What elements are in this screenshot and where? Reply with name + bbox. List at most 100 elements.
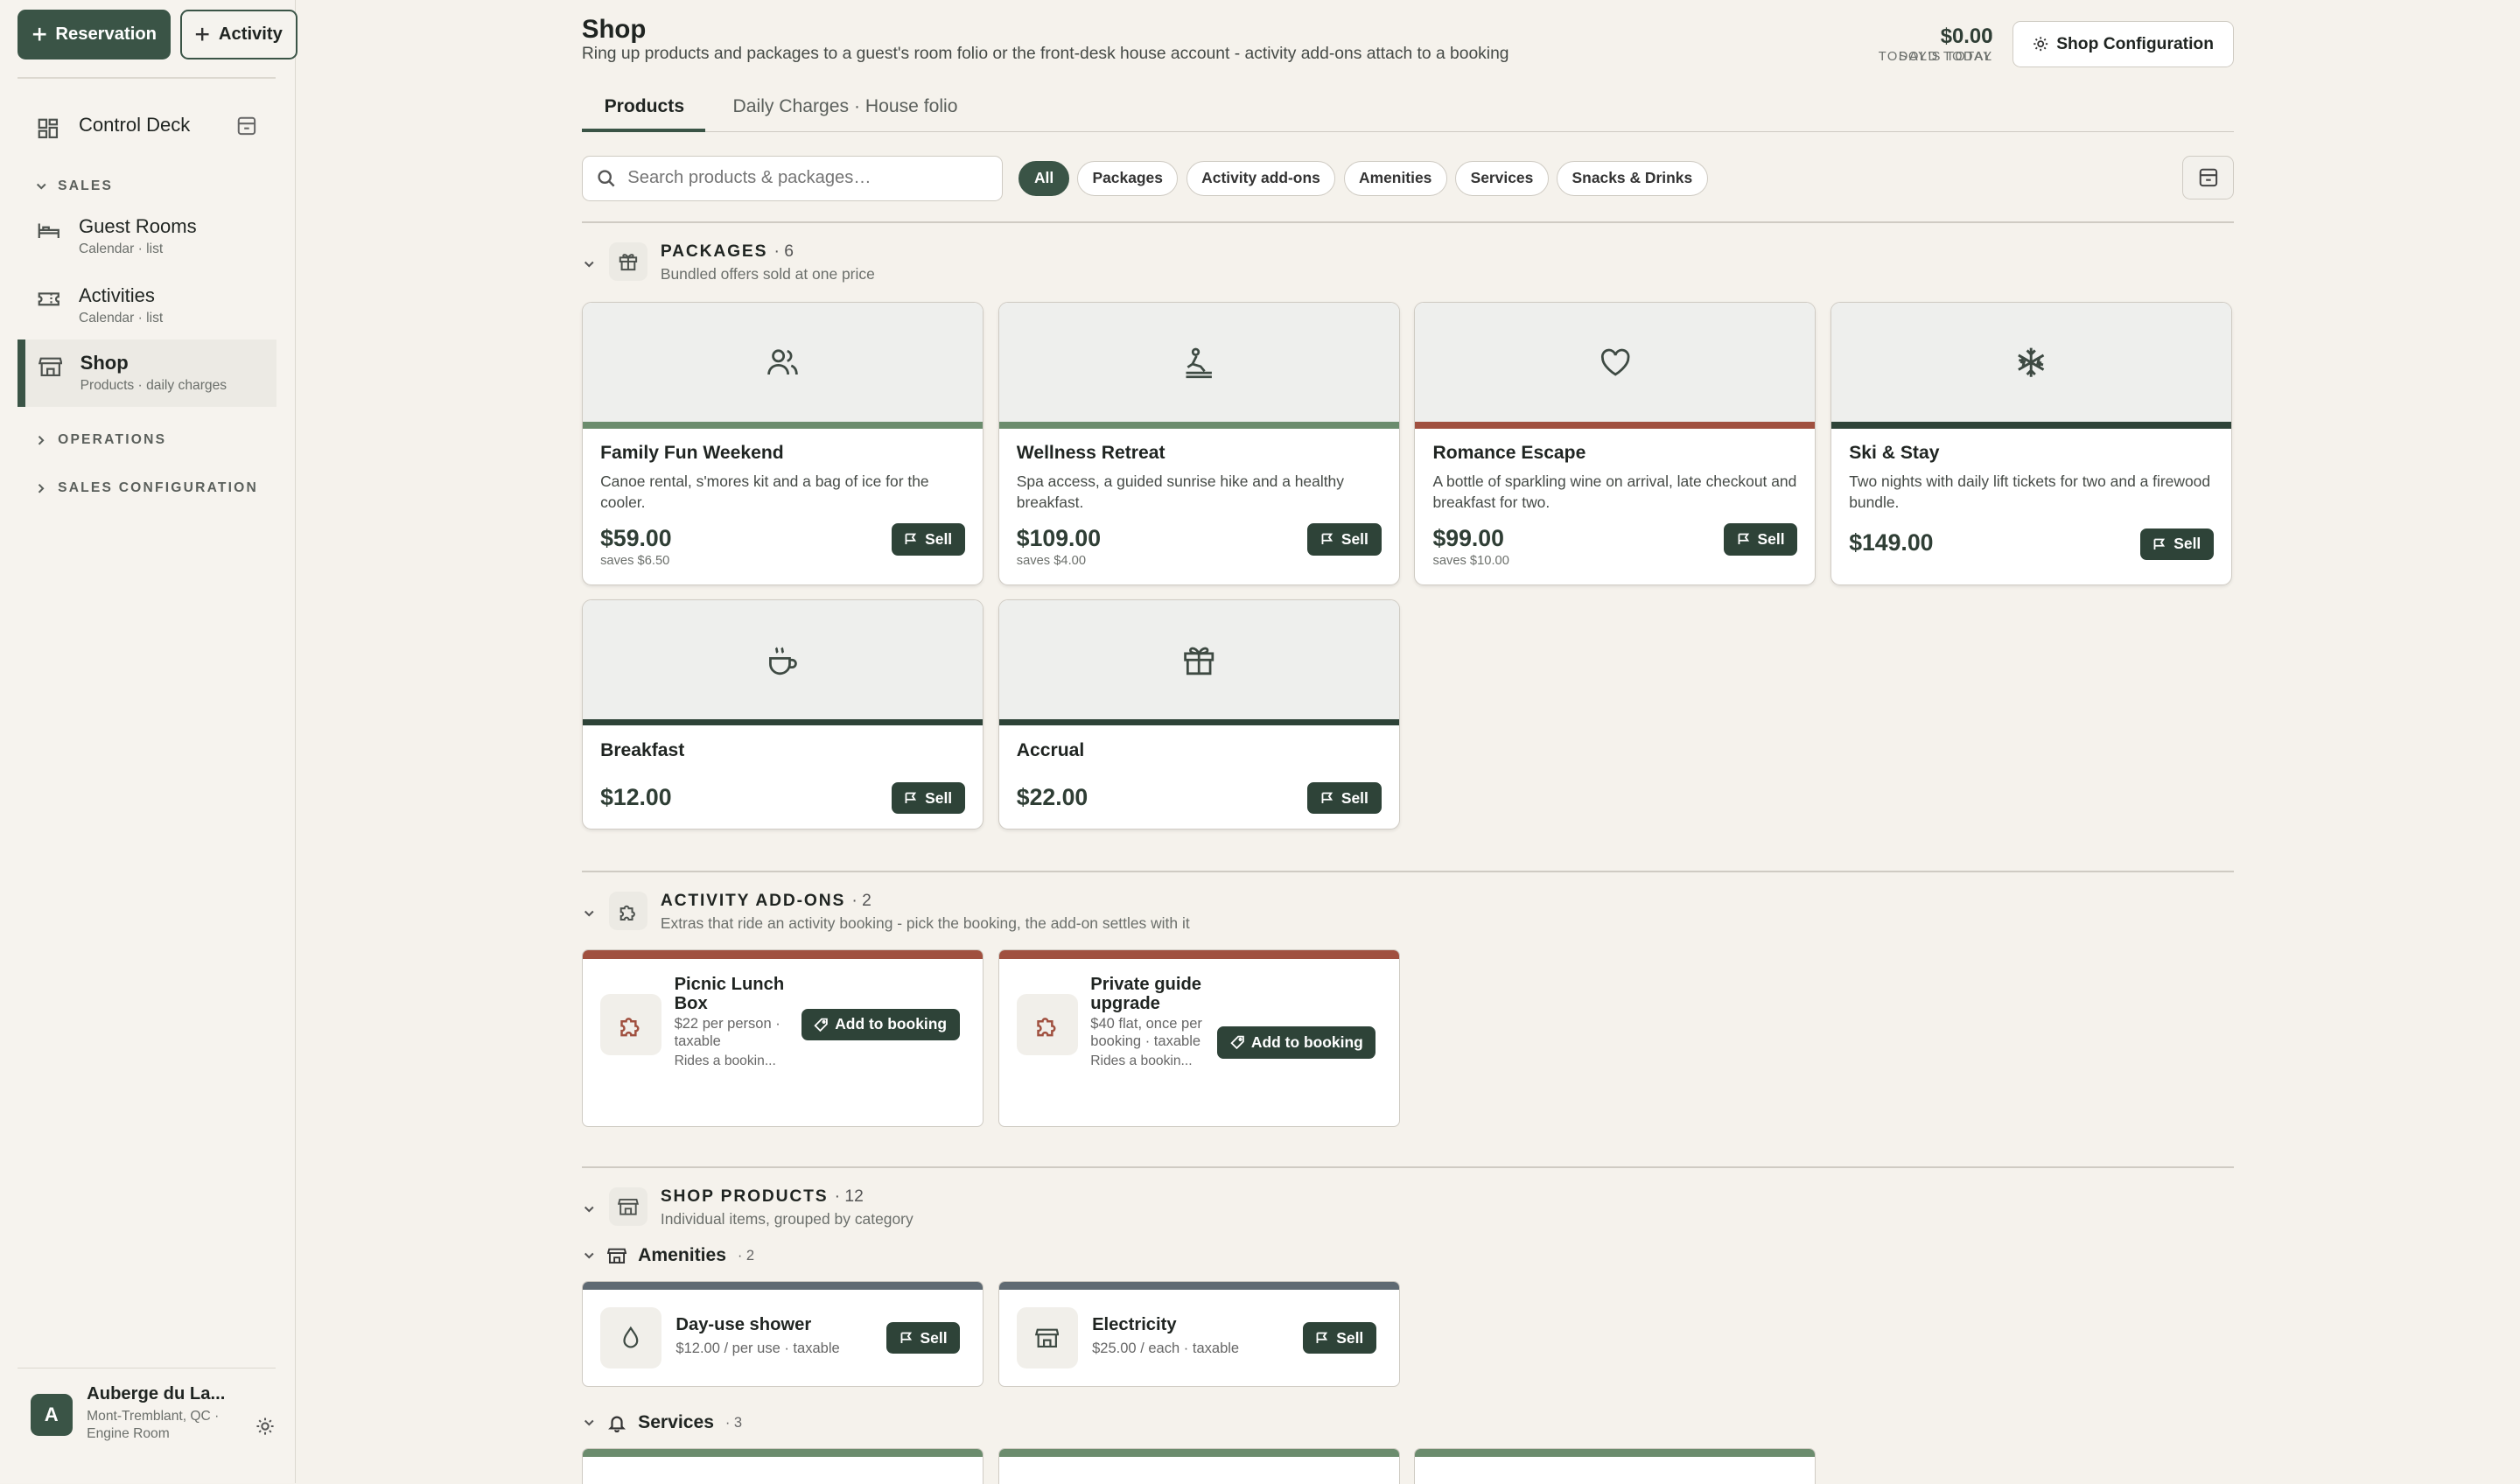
package-price: $109.00 [1016, 524, 1102, 551]
ticket-icon [37, 288, 62, 313]
layout-toggle-button[interactable] [2182, 156, 2234, 200]
gift-icon [1181, 642, 1216, 677]
water-drop-icon [600, 1307, 662, 1368]
sell-button[interactable]: Sell [2139, 528, 2214, 561]
divider [581, 871, 2234, 873]
users-icon [765, 345, 800, 380]
package-name: Family Fun Weekend [600, 443, 784, 464]
section-title: ACTIVITY ADD-ONS [660, 892, 846, 911]
settings-gear-icon[interactable] [256, 1417, 275, 1444]
heart-icon [1598, 345, 1633, 380]
card-accent-bar [582, 1281, 984, 1291]
tag-icon [1230, 1035, 1245, 1050]
add-to-booking-button[interactable]: Add to booking [801, 1008, 960, 1041]
filter-services[interactable]: Services [1455, 160, 1549, 197]
tag-icon [904, 532, 919, 547]
card-accent-bar [998, 950, 1399, 959]
package-price: $59.00 [600, 524, 672, 551]
shop-configuration-button[interactable]: Shop Configuration [2012, 20, 2234, 68]
tag-icon [1315, 1331, 1330, 1346]
tag-icon [814, 1018, 829, 1032]
org-name: Auberge du La... [87, 1384, 226, 1404]
pin-panel-icon[interactable] [236, 116, 257, 136]
divider [581, 221, 2234, 224]
sell-button[interactable]: Sell [1302, 1321, 1376, 1354]
reservation-label: Reservation [55, 24, 157, 44]
new-reservation-button[interactable]: Reservation [18, 10, 171, 60]
sidebar: Reservation Activity Control Deck SALES … [0, 0, 298, 1484]
button-label: Sell [1336, 1328, 1364, 1347]
sell-button[interactable]: Sell [891, 781, 965, 815]
tab-products[interactable]: Products [605, 96, 685, 117]
packages-section-header[interactable]: PACKAGES · 6 Bundled offers sold at one … [582, 242, 875, 284]
filter-amenities[interactable]: Amenities [1343, 160, 1447, 197]
tab-daily-charges[interactable]: Daily Charges · House folio [733, 96, 958, 117]
sidebar-item-label: Activities [78, 284, 155, 307]
button-label: Sell [1340, 788, 1368, 807]
organization-switcher[interactable]: A Auberge du La... Mont-Tremblant, QC · … [18, 1368, 276, 1444]
config-label: Shop Configuration [2056, 34, 2214, 53]
search-box[interactable] [581, 156, 1004, 201]
bed-icon [37, 219, 62, 244]
new-activity-button[interactable]: Activity [179, 10, 298, 60]
addons-section-header[interactable]: ACTIVITY ADD-ONS · 2 Extras that ride an… [582, 892, 1190, 933]
sell-button[interactable]: Sell [1307, 781, 1382, 815]
filter-packages[interactable]: Packages [1076, 160, 1179, 197]
sidebar-item-activities[interactable]: Activities Calendar · list [18, 284, 276, 326]
add-to-booking-button[interactable]: Add to booking [1217, 1026, 1376, 1059]
org-sublabel: Engine Room [87, 1426, 170, 1442]
sidebar-item-sublabel: Calendar · list [78, 310, 164, 326]
filter-snacks-drinks[interactable]: Snacks & Drinks [1557, 160, 1708, 197]
plus-icon [194, 26, 210, 42]
sidebar-item-label: Shop [80, 352, 129, 374]
store-icon [38, 355, 64, 381]
divider [581, 1166, 2234, 1169]
product-card [1414, 1447, 1816, 1484]
package-image [1830, 303, 2232, 423]
package-card: Ski & Stay Two nights with daily lift tic… [1830, 302, 2233, 585]
card-accent-bar [1415, 422, 1816, 429]
addon-card: Private guide upgrade $40 flat, once per… [998, 949, 1400, 1127]
search-input[interactable] [627, 168, 982, 189]
store-icon [609, 1187, 648, 1227]
package-image [998, 303, 1399, 423]
sell-button[interactable]: Sell [1307, 523, 1382, 556]
puzzle-icon [609, 892, 648, 931]
package-name: Romance Escape [1432, 443, 1586, 464]
sell-button[interactable]: Sell [886, 1321, 961, 1354]
button-label: Add to booking [835, 1015, 948, 1033]
sidebar-item-label: Guest Rooms [78, 215, 197, 238]
filter-all[interactable]: All [1018, 160, 1069, 197]
addon-card: Picnic Lunch Box $22 per person · taxabl… [581, 949, 984, 1127]
package-description: Spa access, a guided sunrise hike and a … [1016, 472, 1344, 511]
category-amenities-header[interactable]: Amenities · 2 [582, 1245, 754, 1266]
section-subtitle: Extras that ride an activity booking - p… [660, 914, 1190, 933]
products-section-header[interactable]: SHOP PRODUCTS · 12 Individual items, gro… [582, 1187, 914, 1228]
avatar: A [30, 1394, 73, 1437]
snowflake-icon [2013, 345, 2048, 380]
tag-icon [2152, 537, 2167, 552]
sidebar-item-control-deck[interactable]: Control Deck [18, 114, 276, 143]
section-title: SHOP PRODUCTS [660, 1187, 829, 1207]
category-services-header[interactable]: Services · 3 [582, 1412, 742, 1433]
product-card [581, 1447, 984, 1484]
section-sales[interactable]: SALES [34, 178, 114, 194]
section-sales-configuration[interactable]: SALES CONFIGURATION [34, 480, 258, 496]
active-tab-indicator [581, 128, 706, 132]
sell-button[interactable]: Sell [1723, 523, 1798, 556]
section-operations[interactable]: OPERATIONS [34, 432, 167, 448]
package-description: Canoe rental, s'mores kit and a bag of i… [600, 472, 929, 511]
button-label: Sell [1340, 529, 1368, 548]
filter-activity-addons[interactable]: Activity add-ons [1186, 160, 1336, 197]
tag-icon [900, 1331, 914, 1346]
sidebar-item-sublabel: Calendar · list [78, 241, 164, 256]
package-name: Breakfast [600, 739, 685, 760]
sidebar-item-guest-rooms[interactable]: Guest Rooms Calendar · list [18, 215, 276, 257]
button-label: Sell [920, 1328, 948, 1347]
quick-actions: Reservation Activity [18, 10, 298, 60]
sell-button[interactable]: Sell [891, 523, 965, 556]
product-card [998, 1447, 1400, 1484]
sidebar-item-shop[interactable]: Shop Products · daily charges [18, 339, 276, 407]
activity-label: Activity [218, 24, 283, 44]
tag-icon [1737, 532, 1752, 547]
